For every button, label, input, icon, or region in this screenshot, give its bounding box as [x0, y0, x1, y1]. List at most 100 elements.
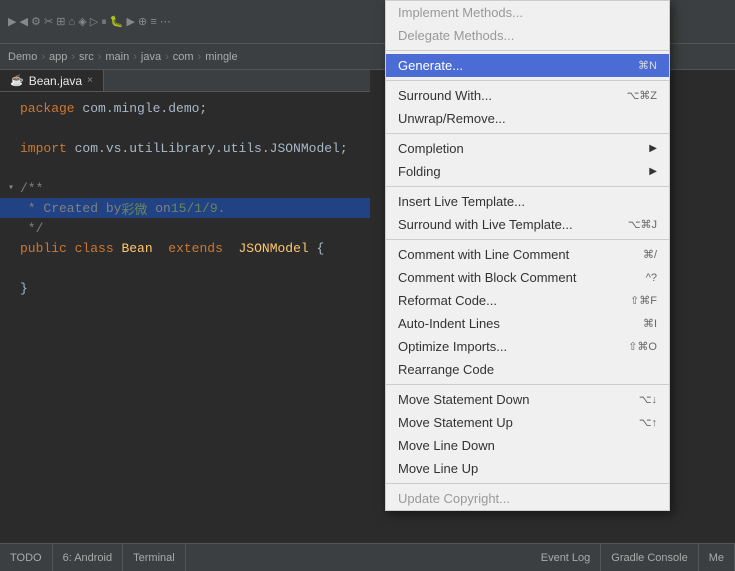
menu-item-rearrange-code[interactable]: Rearrange Code: [386, 358, 669, 381]
menu-shortcut-move-statement-down: ⌥↓: [639, 393, 657, 406]
menu-label-implement-methods: Implement Methods...: [398, 5, 637, 20]
status-me[interactable]: Me: [699, 544, 735, 571]
space2: [114, 241, 122, 256]
menu-label-move-statement-down: Move Statement Down: [398, 392, 619, 407]
menu-label-update-copyright: Update Copyright...: [398, 491, 637, 506]
nav-sep-5: ›: [165, 51, 169, 63]
nav-sep-6: ›: [198, 51, 202, 63]
comment-close: */: [20, 221, 43, 236]
menu-item-move-line-down[interactable]: Move Line Down: [386, 434, 669, 457]
menu-arrow-completion: ▶: [649, 143, 657, 154]
code-line-8: public class Bean extends JSONModel {: [0, 238, 370, 258]
menu-item-completion[interactable]: Completion ▶: [386, 137, 669, 160]
kw-public: public: [20, 241, 67, 256]
menu-label-insert-live-template: Insert Live Template...: [398, 194, 637, 209]
menu-item-generate[interactable]: Generate... ⌘N: [386, 54, 669, 77]
nav-src[interactable]: src: [79, 51, 94, 63]
space4: [223, 241, 239, 256]
tab-bean-java[interactable]: ☕ Bean.java ×: [0, 70, 104, 91]
menu-sep-7: [386, 483, 669, 484]
nav-app[interactable]: app: [49, 51, 67, 63]
nav-com[interactable]: com: [173, 51, 194, 63]
kw-package: package: [20, 101, 75, 116]
menu-item-insert-live-template[interactable]: Insert Live Template...: [386, 190, 669, 213]
status-me-label: Me: [709, 552, 724, 564]
menu-label-comment-line: Comment with Line Comment: [398, 247, 623, 262]
context-menu: Implement Methods... Delegate Methods...…: [385, 0, 670, 511]
menu-sep-6: [386, 384, 669, 385]
tab-close-button[interactable]: ×: [87, 75, 93, 86]
code-line-9: [0, 258, 370, 278]
menu-shortcut-reformat-code: ⇧⌘F: [630, 294, 657, 307]
nav-sep-3: ›: [98, 51, 102, 63]
nav-sep-4: ›: [133, 51, 137, 63]
menu-item-comment-block[interactable]: Comment with Block Comment ^?: [386, 266, 669, 289]
menu-item-surround-with[interactable]: Surround With... ⌥⌘Z: [386, 84, 669, 107]
status-terminal[interactable]: Terminal: [123, 544, 186, 571]
import-text: com.vs.utilLibrary.utils.JSONModel;: [67, 141, 348, 156]
code-line-2: [0, 118, 370, 138]
comment-body: * Created by: [20, 201, 121, 216]
menu-label-comment-block: Comment with Block Comment: [398, 270, 626, 285]
comment-on: on: [147, 201, 170, 216]
menu-item-move-statement-up[interactable]: Move Statement Up ⌥↑: [386, 411, 669, 434]
status-terminal-label: Terminal: [133, 552, 175, 564]
menu-shortcut-generate: ⌘N: [638, 59, 657, 72]
code-line-6: * Created by 彩微 on 15/1/9 .: [0, 198, 370, 218]
menu-item-folding[interactable]: Folding ▶: [386, 160, 669, 183]
nav-app-label: app: [49, 51, 67, 63]
pkg-text: com.mingle.demo;: [75, 101, 208, 116]
status-android[interactable]: 6: Android: [53, 544, 124, 571]
menu-sep-1: [386, 50, 669, 51]
menu-label-completion: Completion: [398, 141, 644, 156]
menu-label-delegate-methods: Delegate Methods...: [398, 28, 637, 43]
tab-bar: ☕ Bean.java ×: [0, 70, 370, 92]
menu-shortcut-comment-line: ⌘/: [643, 248, 657, 261]
nav-sep-2: ›: [71, 51, 75, 63]
menu-item-comment-line[interactable]: Comment with Line Comment ⌘/: [386, 243, 669, 266]
nav-sep-1: ›: [41, 51, 45, 63]
code-line-5: ▾ /**: [0, 178, 370, 198]
code-line-3: import com.vs.utilLibrary.utils.JSONMode…: [0, 138, 370, 158]
status-android-label: 6: Android: [63, 552, 113, 564]
menu-label-auto-indent: Auto-Indent Lines: [398, 316, 623, 331]
toolbar-icons-group: ▶ ◀ ⚙ ✂ ⊞ ⌂ ◈ ▷ ⏸ 🐛 ▶ ⊕ ≡ ⋯: [8, 15, 171, 29]
status-event-log[interactable]: Event Log: [531, 544, 602, 571]
nav-demo-label: Demo: [8, 51, 37, 63]
menu-label-rearrange-code: Rearrange Code: [398, 362, 637, 377]
menu-item-reformat-code[interactable]: Reformat Code... ⇧⌘F: [386, 289, 669, 312]
menu-item-optimize-imports[interactable]: Optimize Imports... ⇧⌘O: [386, 335, 669, 358]
status-todo[interactable]: TODO: [0, 544, 53, 571]
nav-java[interactable]: java: [141, 51, 161, 63]
menu-item-move-statement-down[interactable]: Move Statement Down ⌥↓: [386, 388, 669, 411]
menu-shortcut-auto-indent: ⌘I: [643, 317, 657, 330]
tab-java-icon: ☕: [10, 74, 24, 87]
kw-extends: extends: [168, 241, 223, 256]
status-gradle-console-label: Gradle Console: [611, 552, 687, 564]
menu-label-move-line-down: Move Line Down: [398, 438, 637, 453]
menu-item-move-line-up[interactable]: Move Line Up: [386, 457, 669, 480]
close-brace: }: [20, 281, 28, 296]
tab-filename: Bean.java: [29, 74, 82, 88]
menu-sep-3: [386, 133, 669, 134]
code-editor: package com.mingle.demo; import com.vs.u…: [0, 92, 370, 543]
open-brace: {: [309, 241, 325, 256]
parent-class: JSONModel: [239, 241, 309, 256]
menu-item-update-copyright[interactable]: Update Copyright...: [386, 487, 669, 510]
space1: [67, 241, 75, 256]
nav-mingle[interactable]: mingle: [205, 51, 237, 63]
menu-item-implement-methods[interactable]: Implement Methods...: [386, 1, 669, 24]
menu-item-auto-indent[interactable]: Auto-Indent Lines ⌘I: [386, 312, 669, 335]
menu-sep-4: [386, 186, 669, 187]
status-gradle-console[interactable]: Gradle Console: [601, 544, 698, 571]
space3: [153, 241, 169, 256]
nav-main[interactable]: main: [105, 51, 129, 63]
menu-label-optimize-imports: Optimize Imports...: [398, 339, 608, 354]
menu-item-surround-live-template[interactable]: Surround with Live Template... ⌥⌘J: [386, 213, 669, 236]
code-line-7: */: [0, 218, 370, 238]
menu-item-delegate-methods[interactable]: Delegate Methods...: [386, 24, 669, 47]
kw-class: class: [75, 241, 114, 256]
menu-item-unwrap-remove[interactable]: Unwrap/Remove...: [386, 107, 669, 130]
comment-dot: .: [218, 201, 226, 216]
nav-demo[interactable]: Demo: [8, 51, 37, 63]
